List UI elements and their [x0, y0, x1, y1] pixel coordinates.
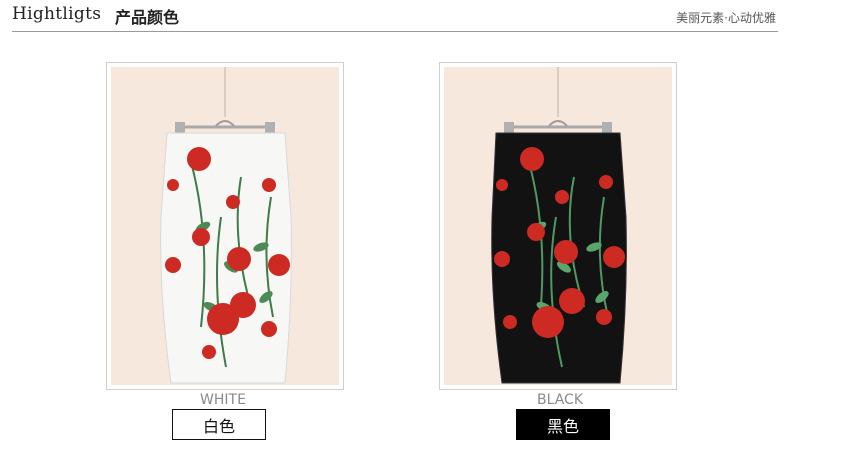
color-label-white: WHITE: [200, 392, 246, 408]
header-tagline: 美丽元素·心动优雅: [676, 11, 776, 25]
product-image-white: [106, 62, 344, 390]
header-title-english: Hightligts: [12, 4, 102, 24]
header-title-chinese: 产品颜色: [115, 8, 180, 27]
product-image-black: [439, 62, 677, 390]
section-header: Hightligts 产品颜色 美丽元素·心动优雅: [12, 0, 778, 32]
color-option-white-button[interactable]: 白色: [172, 409, 266, 440]
white-skirt-photo: [111, 67, 339, 385]
color-option-black-button[interactable]: 黑色: [516, 409, 610, 440]
black-skirt-photo: [444, 67, 672, 385]
color-label-black: BLACK: [536, 392, 583, 408]
